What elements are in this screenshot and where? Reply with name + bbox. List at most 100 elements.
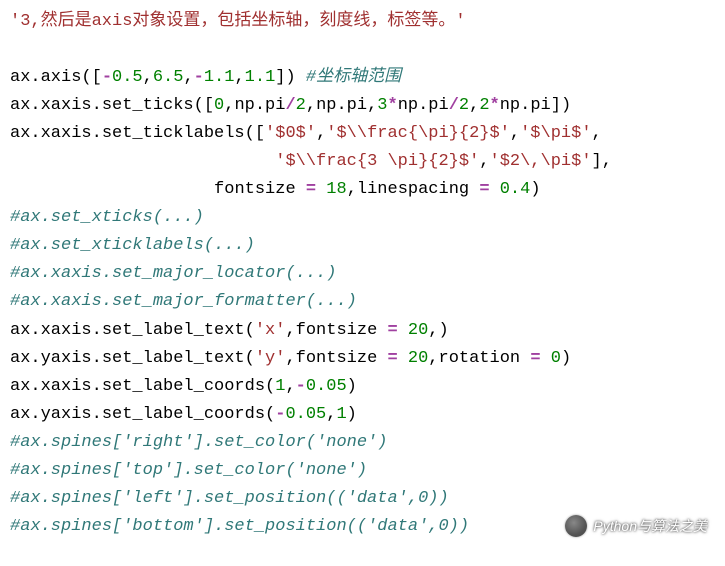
code-line-18: #ax.spines['left'].set_position(('data',… xyxy=(10,485,715,513)
watermark-text: Python与算法之美 xyxy=(593,515,707,538)
operator-minus: - xyxy=(296,377,306,396)
operator-div: / xyxy=(449,96,459,115)
paren: ) xyxy=(347,377,357,396)
code-line-14: ax.xaxis.set_label_coords(1,-0.05) xyxy=(10,373,715,401)
number: 0.4 xyxy=(500,180,531,199)
code-text: ,fontsize xyxy=(285,321,387,340)
space xyxy=(398,349,408,368)
paren: ) xyxy=(530,180,540,199)
code-text: ,rotation xyxy=(428,349,530,368)
code-text: ,fontsize xyxy=(285,349,387,368)
watermark-icon xyxy=(565,515,587,537)
code-text: , xyxy=(469,96,479,115)
operator-eq: = xyxy=(387,321,397,340)
code-text: ,linespacing xyxy=(347,180,480,199)
code-text: ax.xaxis.set_ticklabels([ xyxy=(10,124,265,143)
number: 0.5 xyxy=(112,68,143,87)
string-literal: '$\pi$' xyxy=(520,124,591,143)
operator-minus: - xyxy=(194,68,204,87)
number: 0 xyxy=(214,96,224,115)
code-text: fontsize xyxy=(214,180,306,199)
paren: ) xyxy=(347,405,357,424)
operator-eq: = xyxy=(387,349,397,368)
indent xyxy=(10,152,275,171)
code-line-16: #ax.spines['right'].set_color('none') xyxy=(10,429,715,457)
indent xyxy=(10,180,214,199)
string-literal: '$0$' xyxy=(265,124,316,143)
comma: , xyxy=(326,405,336,424)
number: 20 xyxy=(408,321,428,340)
code-line-12: ax.xaxis.set_label_text('x',fontsize = 2… xyxy=(10,317,715,345)
string-literal: 'x' xyxy=(255,321,286,340)
number: 3 xyxy=(377,96,387,115)
code-text: ax.yaxis.set_label_coords( xyxy=(10,405,275,424)
operator-eq: = xyxy=(306,180,316,199)
watermark: Python与算法之美 xyxy=(565,515,707,538)
comma: , xyxy=(183,68,193,87)
number: 2 xyxy=(296,96,306,115)
code-text: ,np.pi, xyxy=(306,96,377,115)
space xyxy=(490,180,500,199)
code-text: ,) xyxy=(428,321,448,340)
code-line-8: #ax.set_xticks(...) xyxy=(10,204,715,232)
code-text: ) xyxy=(561,349,571,368)
code-text: np.pi xyxy=(398,96,449,115)
number: 1 xyxy=(275,377,285,396)
code-line-3: ax.axis([-0.5,6.5,-1.1,1.1]) #坐标轴范围 xyxy=(10,64,715,92)
code-line-10: #ax.xaxis.set_major_locator(...) xyxy=(10,260,715,288)
code-line-13: ax.yaxis.set_label_text('y',fontsize = 2… xyxy=(10,345,715,373)
code-text: ax.axis([ xyxy=(10,68,102,87)
operator-minus: - xyxy=(102,68,112,87)
string-literal: '$2\,\pi$' xyxy=(490,152,592,171)
number: 6.5 xyxy=(153,68,184,87)
comma: , xyxy=(510,124,520,143)
comma: , xyxy=(285,377,295,396)
number: 0.05 xyxy=(306,377,347,396)
operator-div: / xyxy=(285,96,295,115)
code-line-4: ax.xaxis.set_ticks([0,np.pi/2,np.pi,3*np… xyxy=(10,92,715,120)
number: 2 xyxy=(479,96,489,115)
code-text: ax.xaxis.set_label_text( xyxy=(10,321,255,340)
comment: #ax.set_xticks(...) xyxy=(10,208,204,227)
operator-mul: * xyxy=(388,96,398,115)
code-line-6: '$\\frac{3 \pi}{2}$','$2\,\pi$'], xyxy=(10,148,715,176)
comma: , xyxy=(143,68,153,87)
code-line-11: #ax.xaxis.set_major_formatter(...) xyxy=(10,288,715,316)
code-line-5: ax.xaxis.set_ticklabels(['$0$','$\\frac{… xyxy=(10,120,715,148)
operator-minus: - xyxy=(275,405,285,424)
space xyxy=(398,321,408,340)
comment: #ax.spines['bottom'].set_position(('data… xyxy=(10,517,469,536)
comma: , xyxy=(479,152,489,171)
code-line-9: #ax.set_xticklabels(...) xyxy=(10,232,715,260)
string-literal: 'y' xyxy=(255,349,286,368)
number: 2 xyxy=(459,96,469,115)
number: 20 xyxy=(408,349,428,368)
comma: , xyxy=(592,124,602,143)
space xyxy=(541,349,551,368)
string-literal: '3,然后是axis对象设置，包括坐标轴，刻度线，标签等。' xyxy=(10,12,466,31)
number: 1.1 xyxy=(245,68,276,87)
comment: #ax.spines['right'].set_color('none') xyxy=(10,433,387,452)
comment: #坐标轴范围 xyxy=(306,68,401,87)
comment: #ax.xaxis.set_major_formatter(...) xyxy=(10,292,357,311)
code-text: ax.yaxis.set_label_text( xyxy=(10,349,255,368)
operator-eq: = xyxy=(530,349,540,368)
number: 0 xyxy=(551,349,561,368)
code-line-15: ax.yaxis.set_label_coords(-0.05,1) xyxy=(10,401,715,429)
operator-eq: = xyxy=(479,180,489,199)
code-text: np.pi]) xyxy=(500,96,571,115)
blank-line xyxy=(10,36,715,64)
number: 1 xyxy=(336,405,346,424)
comma: , xyxy=(234,68,244,87)
code-text: ax.xaxis.set_ticks([ xyxy=(10,96,214,115)
code-text: ]) xyxy=(275,68,306,87)
comment: #ax.xaxis.set_major_locator(...) xyxy=(10,264,336,283)
code-text: ,np.pi xyxy=(224,96,285,115)
comment: #ax.spines['top'].set_color('none') xyxy=(10,461,367,480)
space xyxy=(316,180,326,199)
code-text: ax.xaxis.set_label_coords( xyxy=(10,377,275,396)
code-line-17: #ax.spines['top'].set_color('none') xyxy=(10,457,715,485)
number: 0.05 xyxy=(285,405,326,424)
number: 1.1 xyxy=(204,68,235,87)
comma: , xyxy=(316,124,326,143)
